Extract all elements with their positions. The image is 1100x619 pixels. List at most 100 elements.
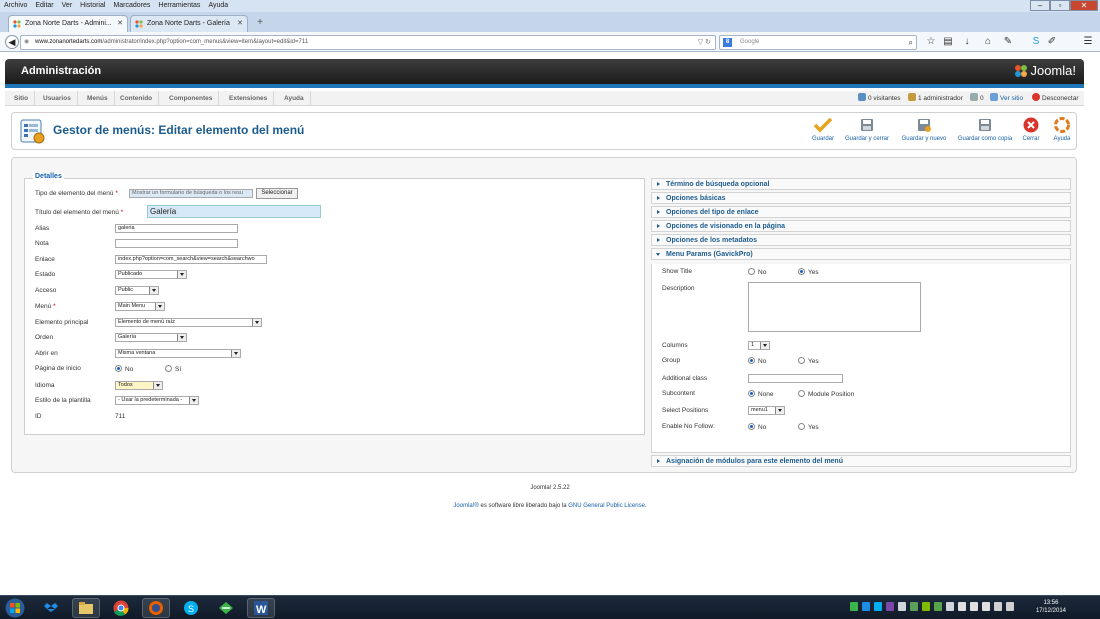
accordion-search-term[interactable]: Término de búsqueda opcional <box>651 178 1071 190</box>
radio-unchecked-icon[interactable] <box>165 365 172 372</box>
nofollow-no-option[interactable]: No <box>748 423 766 431</box>
menu-historial[interactable]: Historial <box>80 2 105 9</box>
subcontent-module-option[interactable]: Module Position <box>798 390 854 398</box>
firefox-taskbar-icon[interactable] <box>142 598 170 618</box>
tab-galeria[interactable]: Zona Norte Darts - Galería ✕ <box>130 15 248 32</box>
signal-icon[interactable] <box>958 602 966 611</box>
skype-icon[interactable]: S <box>1030 36 1042 48</box>
accordion-module-assignment[interactable]: Asignación de módulos para este elemento… <box>651 455 1071 467</box>
radio-checked-icon[interactable] <box>748 423 755 430</box>
alias-input[interactable]: galeria <box>115 224 238 233</box>
explorer-taskbar-icon[interactable] <box>72 598 100 618</box>
bookmark-star-icon[interactable]: ☆ <box>925 36 937 48</box>
menu-contenido[interactable]: Contenido <box>114 91 160 106</box>
select-type-button[interactable]: Seleccionar <box>256 188 298 199</box>
tray-app-icon[interactable] <box>922 602 930 611</box>
accordion-menu-params[interactable]: Menu Params (GavickPro) <box>651 248 1071 260</box>
dropbox-taskbar-icon[interactable] <box>37 598 65 618</box>
tray-onenote-icon[interactable] <box>886 602 894 611</box>
template-select[interactable]: - Usar la predeterminada - <box>115 396 199 405</box>
radio-checked-icon[interactable] <box>748 357 755 364</box>
tray-skype-icon[interactable] <box>874 602 882 611</box>
window-close-button[interactable]: ✕ <box>1070 0 1098 11</box>
tray-app-icon[interactable] <box>898 602 906 611</box>
select-positions-select[interactable]: menu1 <box>748 406 785 415</box>
radio-unchecked-icon[interactable] <box>748 268 755 275</box>
tab-close-icon[interactable]: ✕ <box>117 16 123 32</box>
subcontent-none-option[interactable]: None <box>748 390 774 398</box>
bookmarks-list-icon[interactable]: ▤ <box>942 36 954 48</box>
new-tab-button[interactable]: + <box>252 16 268 30</box>
additional-class-input[interactable] <box>748 374 843 383</box>
word-taskbar-icon[interactable]: W <box>247 598 275 618</box>
joomla-link[interactable]: Joomla!® <box>453 503 478 509</box>
network-app-taskbar-icon[interactable] <box>212 598 240 618</box>
save-button[interactable]: Guardar <box>808 116 838 148</box>
parent-select[interactable]: Elemento de menú raíz <box>115 318 262 327</box>
menu-menus[interactable]: Menús <box>81 91 115 106</box>
group-yes-option[interactable]: Yes <box>798 357 819 365</box>
tray-app-icon[interactable] <box>946 602 954 611</box>
show-title-no-option[interactable]: No <box>748 268 766 276</box>
close-button[interactable]: Cerrar <box>1019 116 1043 148</box>
save-new-button[interactable]: Guardar y nuevo <box>898 116 950 148</box>
volume-icon[interactable] <box>970 602 978 611</box>
view-site-link[interactable]: Ver sitio <box>990 91 1023 106</box>
tray-app-icon[interactable] <box>910 602 918 611</box>
menu-editar[interactable]: Editar <box>35 2 53 9</box>
tray-nvidia-icon[interactable] <box>934 602 942 611</box>
link-input[interactable]: index.php?option=com_search&view=search&… <box>115 255 267 264</box>
accordion-metadata-options[interactable]: Opciones de los metadatos <box>651 234 1071 246</box>
access-select[interactable]: Public <box>115 286 159 295</box>
menu-herramientas[interactable]: Herramientas <box>158 2 200 9</box>
tray-dropbox-icon[interactable] <box>862 602 870 611</box>
menu-archivo[interactable]: Archivo <box>4 2 27 9</box>
save-close-button[interactable]: Guardar y cerrar <box>841 116 893 148</box>
open-select[interactable]: Misma ventana <box>115 349 241 358</box>
logout-link[interactable]: Desconectar <box>1032 91 1079 106</box>
hamburger-menu-icon[interactable]: ☰ <box>1082 36 1094 48</box>
url-bar[interactable]: ◉ www.zonanortedarts.com/administrator/i… <box>20 35 716 50</box>
order-select[interactable]: Galería <box>115 333 187 342</box>
menu-sitio[interactable]: Sitio <box>8 91 36 106</box>
accordion-page-display-options[interactable]: Opciones de visionado en la página <box>651 220 1071 232</box>
home-no-option[interactable]: No <box>115 365 133 373</box>
search-icon[interactable]: ⌕ <box>909 36 913 49</box>
flag-icon[interactable] <box>982 602 990 611</box>
tray-app-icon[interactable] <box>1006 602 1014 611</box>
description-textarea[interactable] <box>748 282 921 332</box>
radio-checked-icon[interactable] <box>748 390 755 397</box>
radio-checked-icon[interactable] <box>798 268 805 275</box>
download-icon[interactable]: ↓ <box>961 36 973 48</box>
system-clock[interactable]: 13:56 17/12/2014 <box>1036 599 1066 615</box>
home-yes-option[interactable]: Sí <box>165 365 181 373</box>
tray-app-icon[interactable] <box>994 602 1002 611</box>
menu-ayuda[interactable]: Ayuda <box>208 2 228 9</box>
gpl-link[interactable]: GNU General Public License <box>568 503 645 509</box>
accordion-link-type-options[interactable]: Opciones del tipo de enlace <box>651 206 1071 218</box>
show-title-yes-option[interactable]: Yes <box>798 268 819 276</box>
menu-usuarios[interactable]: Usuarios <box>37 91 78 106</box>
nofollow-yes-option[interactable]: Yes <box>798 423 819 431</box>
maximize-button[interactable]: ▫ <box>1050 0 1070 11</box>
minimize-button[interactable]: – <box>1030 0 1050 11</box>
tools-icon[interactable]: ✎ <box>1002 36 1014 48</box>
tray-app-icon[interactable] <box>850 602 858 611</box>
radio-checked-icon[interactable] <box>115 365 122 372</box>
tab-admin[interactable]: Zona Norte Darts - Admini... ✕ <box>8 15 128 32</box>
menu-componentes[interactable]: Componentes <box>163 91 220 106</box>
menu-ayuda-joomla[interactable]: Ayuda <box>278 91 311 106</box>
group-no-option[interactable]: No <box>748 357 766 365</box>
back-button[interactable]: ◀ <box>5 35 19 49</box>
title-input[interactable]: Galería <box>147 205 321 218</box>
home-icon[interactable]: ⌂ <box>982 36 994 48</box>
tab-close-icon[interactable]: ✕ <box>237 16 243 32</box>
note-input[interactable] <box>115 239 238 248</box>
accordion-basic-options[interactable]: Opciones básicas <box>651 192 1071 204</box>
language-select[interactable]: Todos <box>115 381 163 390</box>
menu-ver[interactable]: Ver <box>62 2 73 9</box>
start-button[interactable] <box>2 598 28 618</box>
radio-unchecked-icon[interactable] <box>798 390 805 397</box>
reload-icon[interactable]: ▽ ↻ <box>698 36 711 49</box>
addon-icon[interactable]: ✐ <box>1046 36 1058 48</box>
